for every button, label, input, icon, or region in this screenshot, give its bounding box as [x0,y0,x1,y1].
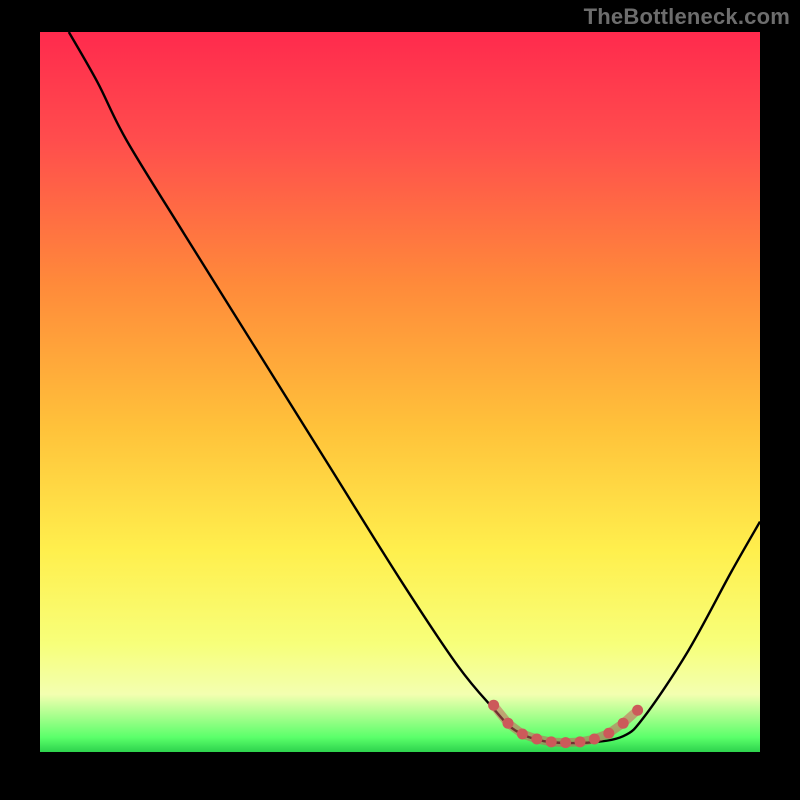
chart-root: TheBottleneck.com [0,0,800,800]
optimal-marker [603,728,614,739]
optimal-marker [488,700,499,711]
optimal-marker [546,736,557,747]
watermark-text: TheBottleneck.com [584,4,790,30]
optimal-marker [632,705,643,716]
optimal-marker [531,734,542,745]
optimal-marker [589,734,600,745]
chart-svg [40,32,760,752]
optimal-marker [575,736,586,747]
optimal-marker [560,737,571,748]
gradient-bg [40,32,760,752]
optimal-marker [503,718,514,729]
optimal-marker [618,718,629,729]
optimal-marker [517,729,528,740]
plot-area [40,32,760,752]
